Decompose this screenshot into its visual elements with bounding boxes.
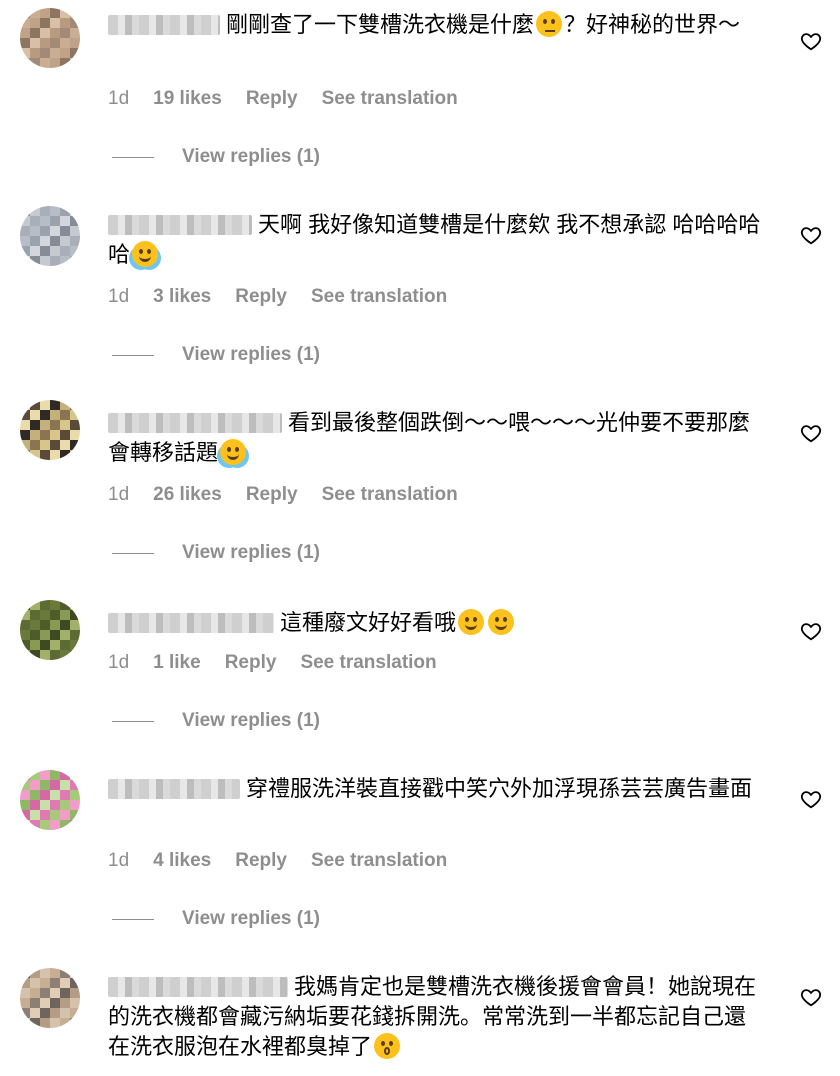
reply-button[interactable]: Reply [225,652,277,674]
replies-divider-line [112,552,154,554]
view-replies-label: View replies (1) [182,344,320,365]
replies-divider-line [112,918,154,920]
like-heart-icon[interactable] [800,620,822,642]
comment-meta: 1d 26 likes Reply See translation [108,484,482,506]
see-translation-link[interactable]: See translation [300,652,436,674]
reply-button[interactable]: Reply [246,484,298,506]
rofl-icon [458,609,485,635]
comment-text: 這種廢文好好看哦 [108,608,766,638]
tears-of-joy-icon [132,241,159,267]
view-replies-button[interactable]: View replies (1) [112,146,320,168]
avatar[interactable] [20,600,80,660]
like-heart-icon[interactable] [800,986,822,1008]
username-blurred[interactable] [108,413,282,433]
comment-meta: 1d 3 likes Reply See translation [108,286,471,308]
comment-age: 1d [108,484,130,505]
view-replies-button[interactable]: View replies (1) [112,908,320,930]
comment-age: 1d [108,88,130,109]
view-replies-label: View replies (1) [182,710,320,731]
username-blurred[interactable] [108,613,274,633]
likes-count[interactable]: 19 likes [153,88,222,110]
comment-age: 1d [108,286,130,307]
rofl-icon [488,609,515,635]
reply-button[interactable]: Reply [246,88,298,110]
see-translation-link[interactable]: See translation [322,88,458,110]
view-replies-label: View replies (1) [182,908,320,929]
avatar[interactable] [20,968,80,1028]
tears-of-joy-icon [220,439,247,465]
comment-age: 1d [108,850,130,871]
avatar[interactable] [20,400,80,460]
likes-count[interactable]: 4 likes [153,850,211,872]
see-translation-link[interactable]: See translation [322,484,458,506]
thinking-face-icon [536,11,563,37]
reply-button[interactable]: Reply [235,286,287,308]
comment-body: 穿禮服洗洋裝直接戳中笑穴外加浮現孫芸芸廣告畫面 [246,776,753,801]
avatar[interactable] [20,206,80,266]
comment-body-cont: ？好神秘的世界～ [564,12,741,37]
like-heart-icon[interactable] [800,788,822,810]
like-heart-icon[interactable] [800,30,822,52]
view-replies-button[interactable]: View replies (1) [112,344,320,366]
view-replies-label: View replies (1) [182,542,320,563]
view-replies-button[interactable]: View replies (1) [112,710,320,732]
comment-text: 剛剛查了一下雙槽洗衣機是什麼 ？好神秘的世界～ [108,10,766,40]
comment-meta: 1d 1 like Reply See translation [108,652,461,674]
comment-text: 我媽肯定也是雙槽洗衣機後援會會員！她說現在的洗衣機都會藏污納垢要花錢拆開洗。常常… [108,972,766,1062]
reply-button[interactable]: Reply [235,850,287,872]
see-translation-link[interactable]: See translation [311,286,447,308]
replies-divider-line [112,354,154,356]
like-heart-icon[interactable] [800,224,822,246]
face-with-rolling-eyes-icon [374,1033,401,1059]
username-blurred[interactable] [108,215,252,235]
comment-body: 剛剛查了一下雙槽洗衣機是什麼 [226,12,535,37]
comment-meta: 1d 4 likes Reply See translation [108,850,471,872]
comment-age: 1d [108,652,130,673]
username-blurred[interactable] [108,977,288,997]
username-blurred[interactable] [108,779,240,799]
view-replies-label: View replies (1) [182,146,320,167]
likes-count[interactable]: 26 likes [153,484,222,506]
replies-divider-line [112,156,154,158]
replies-divider-line [112,720,154,722]
avatar[interactable] [20,8,80,68]
view-replies-button[interactable]: View replies (1) [112,542,320,564]
see-translation-link[interactable]: See translation [311,850,447,872]
likes-count[interactable]: 3 likes [153,286,211,308]
avatar[interactable] [20,770,80,830]
comment-text: 穿禮服洗洋裝直接戳中笑穴外加浮現孫芸芸廣告畫面 [108,774,766,804]
likes-count[interactable]: 1 like [153,652,201,674]
comment-body: 這種廢文好好看哦 [280,610,457,635]
comment-meta: 1d 19 likes Reply See translation [108,88,482,110]
comment-text: 天啊 我好像知道雙槽是什麼欸 我不想承認 哈哈哈哈哈 [108,210,766,270]
like-heart-icon[interactable] [800,422,822,444]
comment-text: 看到最後整個跌倒～～喂～～～光仲要不要那麼會轉移話題 [108,408,766,468]
username-blurred[interactable] [108,15,220,35]
